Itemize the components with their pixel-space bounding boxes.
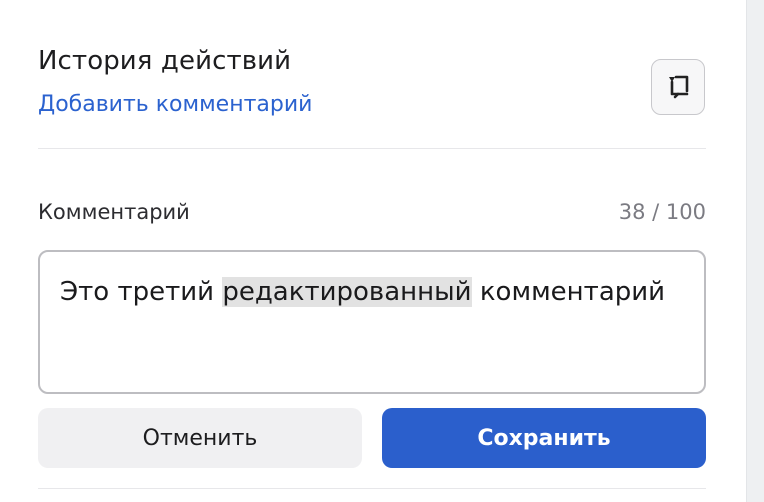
comment-textarea[interactable]: Это третий редактированный комментарий <box>38 250 706 394</box>
panel-title: История действий <box>38 46 292 76</box>
scrollbar-track[interactable] <box>746 0 764 502</box>
comment-arrow-icon <box>669 75 689 99</box>
cancel-button[interactable]: Отменить <box>38 408 362 468</box>
divider <box>38 148 706 149</box>
character-counter: 38 / 100 <box>618 200 706 224</box>
comment-text-end: комментарий <box>471 277 666 307</box>
add-comment-link[interactable]: Добавить комментарий <box>38 92 312 117</box>
save-button[interactable]: Сохранить <box>382 408 706 468</box>
history-panel: История действий Добавить комментарий Ко… <box>0 0 764 502</box>
comment-text-selected: редактированный <box>222 277 472 307</box>
comment-field-label: Комментарий <box>38 200 190 224</box>
comment-toggle-button[interactable] <box>651 59 705 115</box>
comment-text-start: Это третий <box>60 277 223 307</box>
divider <box>38 488 706 489</box>
